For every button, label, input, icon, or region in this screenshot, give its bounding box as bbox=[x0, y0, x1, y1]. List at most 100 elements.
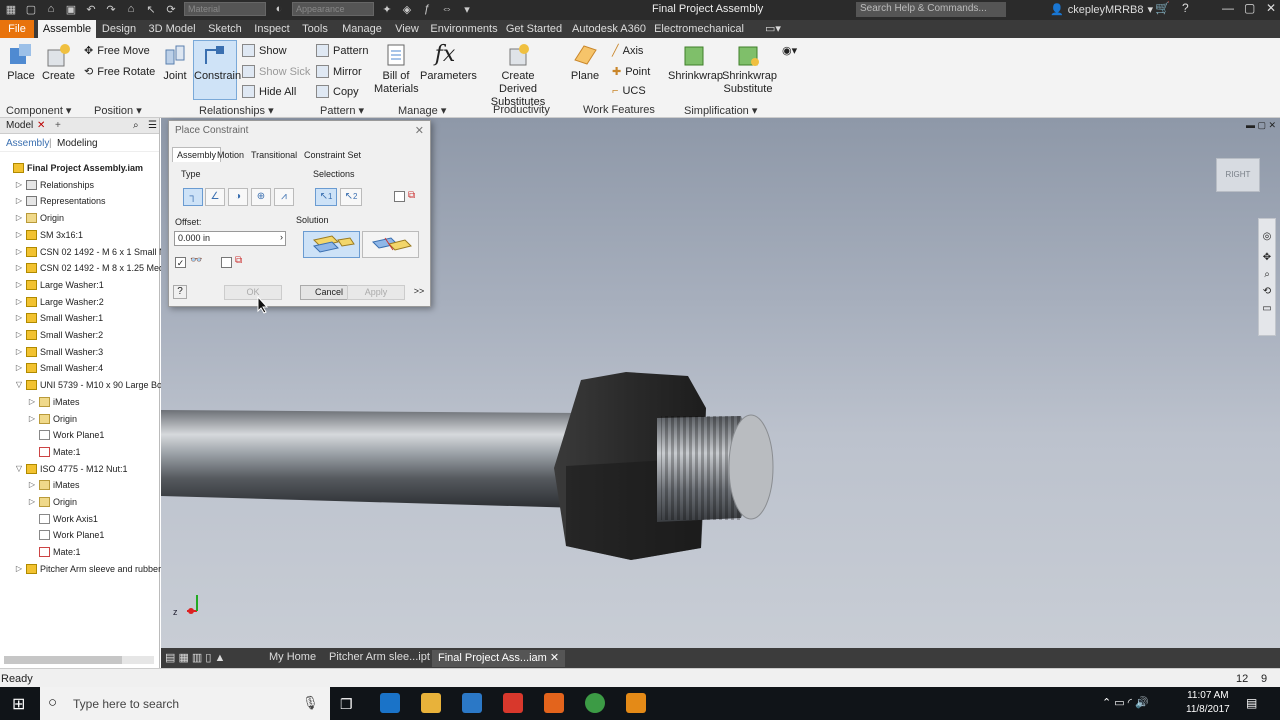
viewcube[interactable]: RIGHT bbox=[1216, 158, 1260, 192]
tree-item[interactable]: ▷ CSN 02 1492 - M 6 x 1 Small Nut:1 bbox=[15, 244, 181, 260]
tree-expander-icon[interactable]: ▷ bbox=[15, 561, 23, 577]
tree-item[interactable]: Mate:1 bbox=[28, 444, 81, 460]
dialog-help-icon[interactable]: ? bbox=[173, 285, 187, 299]
windows-start-icon[interactable]: ⊞ bbox=[12, 694, 25, 714]
taskbar-clock[interactable]: 11:07 AM 11/8/2017 bbox=[1186, 689, 1230, 717]
redo-icon[interactable]: ↷ bbox=[104, 2, 118, 16]
undo-icon[interactable]: ↶ bbox=[84, 2, 98, 16]
doc-tab-final-project[interactable]: Final Project Ass...iam ✕ bbox=[432, 650, 566, 667]
close-browser-icon[interactable]: ✕ bbox=[37, 120, 45, 131]
angle-type-button[interactable]: ∠ bbox=[205, 188, 225, 206]
tree-expander-icon[interactable]: ▷ bbox=[28, 394, 36, 410]
solution-flush-button[interactable] bbox=[362, 231, 419, 258]
inventor-icon[interactable] bbox=[626, 693, 646, 713]
ribbon-options-icon[interactable]: ▭▾ bbox=[762, 20, 784, 38]
tree-item[interactable]: ▷ Large Washer:1 bbox=[15, 277, 104, 293]
chrome-icon[interactable] bbox=[585, 693, 605, 713]
home-icon[interactable]: ⌂ bbox=[124, 2, 138, 16]
store-icon[interactable] bbox=[462, 693, 482, 713]
file-explorer-icon[interactable] bbox=[421, 693, 441, 713]
place-button[interactable]: Place bbox=[6, 42, 36, 82]
help-icon[interactable]: ? bbox=[1182, 1, 1189, 15]
shrinkwrap-substitute-button[interactable]: Shrinkwrap Substitute bbox=[722, 42, 777, 96]
tree-expander-icon[interactable]: ▷ bbox=[15, 177, 23, 193]
tree-expander-icon[interactable]: ▷ bbox=[15, 327, 23, 343]
tab-assemble[interactable]: Assemble bbox=[38, 20, 96, 38]
ok-button[interactable]: OK bbox=[224, 285, 282, 300]
tree-expander-icon[interactable]: ▷ bbox=[15, 277, 23, 293]
task-view-icon[interactable]: ❐ bbox=[340, 696, 353, 713]
look-at-icon[interactable]: ▭ bbox=[1259, 303, 1275, 314]
panel-simplification[interactable]: Simplification ▾ bbox=[684, 104, 757, 117]
tree-item[interactable]: ▷ Origin bbox=[28, 411, 77, 427]
chevron-right-icon[interactable]: › bbox=[280, 232, 283, 242]
taskbar-search-input[interactable]: ○ Type here to search 🎙 bbox=[40, 687, 330, 720]
microphone-icon[interactable]: 🎙 bbox=[302, 695, 319, 711]
ribbon-extra-dropdown[interactable]: ◉▾ bbox=[782, 44, 797, 57]
open-icon[interactable]: ⌂ bbox=[44, 2, 58, 16]
tree-item[interactable]: Work Plane1 bbox=[28, 527, 104, 543]
save-icon[interactable]: ▣ bbox=[64, 2, 78, 16]
tree-expander-icon[interactable]: ▷ bbox=[15, 227, 23, 243]
new-icon[interactable]: ▢ bbox=[24, 2, 38, 16]
first-part-checkbox[interactable] bbox=[394, 191, 405, 202]
app-menu-icon[interactable]: ▦ bbox=[4, 2, 18, 16]
tree-expander-icon[interactable]: ▷ bbox=[15, 344, 23, 360]
create-button[interactable]: Create bbox=[42, 42, 75, 82]
tab-environments[interactable]: Environments bbox=[430, 20, 498, 38]
parameters-button[interactable]: fx Parameters bbox=[420, 42, 477, 82]
show-preview-checkbox[interactable]: ✓ bbox=[175, 257, 186, 268]
tree-item[interactable]: ▷ Representations bbox=[15, 193, 106, 209]
update-icon[interactable]: ⟳ bbox=[164, 2, 178, 16]
tab-electromechanical[interactable]: Electromechanical bbox=[654, 20, 744, 38]
tree-item[interactable]: ▷ Small Washer:4 bbox=[15, 360, 103, 376]
tab-motion[interactable]: Motion bbox=[217, 150, 244, 160]
tree-item[interactable]: ▷ Origin bbox=[28, 494, 77, 510]
hide-all-button[interactable]: Hide All bbox=[242, 85, 296, 98]
pan-icon[interactable]: ✥ bbox=[1259, 252, 1275, 263]
tab-inspect[interactable]: Inspect bbox=[252, 20, 292, 38]
tab-browser-modeling[interactable]: Modeling bbox=[57, 138, 98, 149]
tree-expander-icon[interactable]: ▷ bbox=[28, 477, 36, 493]
panel-relationships[interactable]: Relationships ▾ bbox=[199, 104, 274, 117]
bolt-shank[interactable] bbox=[161, 410, 581, 508]
panel-manage[interactable]: Manage ▾ bbox=[398, 104, 446, 117]
measure-icon[interactable]: ⇔ bbox=[440, 2, 454, 16]
doc-tab-my-home[interactable]: My Home bbox=[269, 651, 316, 663]
tab-manage[interactable]: Manage bbox=[339, 20, 385, 38]
adjust-icon[interactable]: ◈ bbox=[400, 2, 414, 16]
selection-2-button[interactable]: ↖2 bbox=[340, 188, 362, 206]
show-sick-button[interactable]: Show Sick bbox=[242, 65, 310, 78]
close-icon[interactable]: ✕ bbox=[1266, 1, 1276, 15]
tree-expander-icon[interactable]: ▷ bbox=[15, 360, 23, 376]
orbit-icon[interactable]: ⟲ bbox=[1259, 286, 1275, 297]
mirror-button[interactable]: Mirror bbox=[316, 65, 362, 78]
shrinkwrap-button[interactable]: Shrinkwrap bbox=[668, 42, 723, 82]
tree-item[interactable]: ▷ iMates bbox=[28, 477, 80, 493]
copy-button[interactable]: Copy bbox=[316, 85, 359, 98]
close-tab-icon[interactable]: ✕ bbox=[550, 652, 559, 664]
tree-item[interactable]: Final Project Assembly.iam bbox=[2, 160, 143, 176]
bill-of-materials-button[interactable]: Bill of Materials bbox=[374, 42, 419, 96]
dialog-close-icon[interactable]: ✕ bbox=[415, 124, 424, 137]
offset-input[interactable]: 0.000 in › bbox=[174, 231, 286, 246]
tree-item[interactable]: ▷ Large Washer:2 bbox=[15, 294, 104, 310]
tree-item[interactable]: Work Axis1 bbox=[28, 511, 98, 527]
tree-expander-icon[interactable]: ▽ bbox=[15, 377, 23, 393]
tree-expander-icon[interactable]: ▷ bbox=[15, 260, 23, 276]
tree-item[interactable]: ▷ Small Washer:1 bbox=[15, 310, 103, 326]
tray-icons[interactable]: ⌃ ▭ ◜ 🔊 bbox=[1102, 696, 1149, 709]
navigation-bar[interactable]: ◎ ✥ ⌕ ⟲ ▭ bbox=[1258, 218, 1276, 336]
tree-item[interactable]: ▽ UNI 5739 - M10 x 90 Large Bolt:1 bbox=[15, 377, 174, 393]
panel-position[interactable]: Position ▾ bbox=[94, 104, 142, 117]
browser-scrollbar[interactable] bbox=[4, 656, 154, 664]
tree-expander-icon[interactable]: ▷ bbox=[15, 193, 23, 209]
tree-item[interactable]: ▷ Relationships bbox=[15, 177, 94, 193]
tab-view[interactable]: View bbox=[392, 20, 422, 38]
tree-item[interactable]: ▷ Origin bbox=[15, 210, 64, 226]
tab-constraint-set[interactable]: Constraint Set bbox=[304, 150, 361, 160]
pattern-button[interactable]: Pattern bbox=[316, 44, 368, 57]
viewport-window-controls[interactable]: ▬ ▢ ✕ bbox=[1246, 120, 1276, 131]
tab-3d-model[interactable]: 3D Model bbox=[146, 20, 198, 38]
notifications-icon[interactable]: ▤ bbox=[1246, 696, 1257, 710]
